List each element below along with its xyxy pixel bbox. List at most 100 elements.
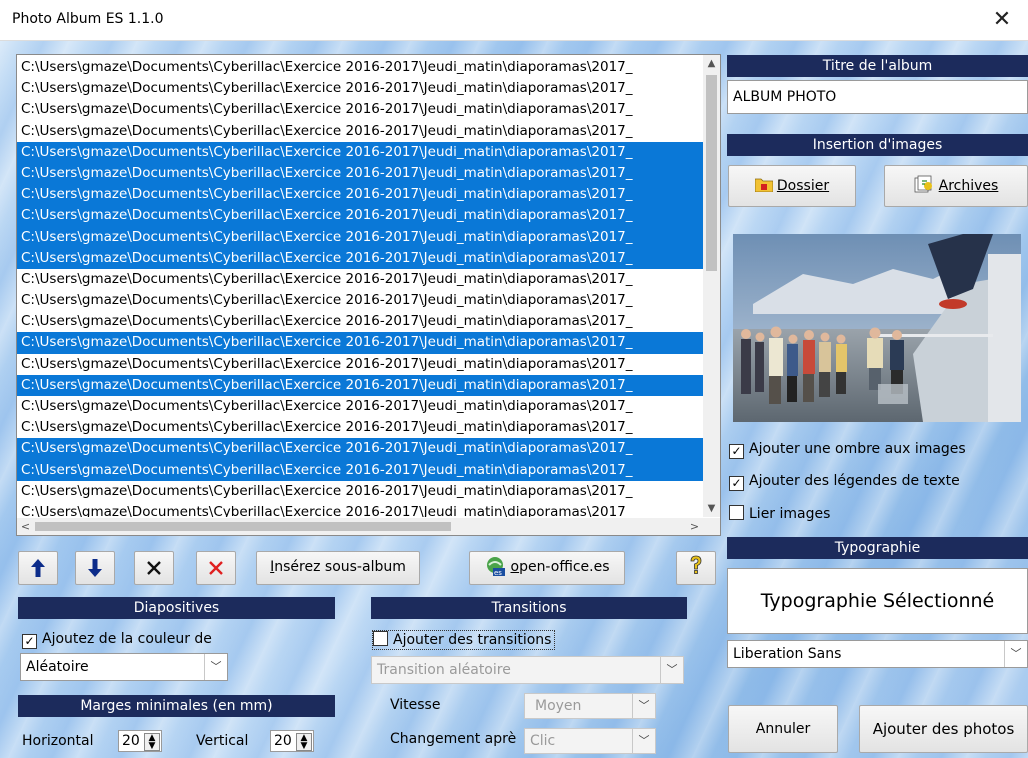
font-value: Liberation Sans [733, 646, 842, 662]
margins-header: Marges minimales (en mm) [18, 695, 335, 717]
vertical-scroll-thumb[interactable] [706, 75, 717, 271]
remove-all-icon [209, 561, 223, 575]
file-list-item[interactable]: C:\Users\gmaze\Documents\Cyberillac\Exer… [17, 290, 703, 311]
vertical-label: Vertical [196, 733, 249, 749]
file-list-item[interactable]: C:\Users\gmaze\Documents\Cyberillac\Exer… [17, 247, 703, 269]
spinner-arrows-icon[interactable]: ▲ ▼ [144, 733, 160, 751]
shadow-label: Ajouter une ombre aux images [749, 441, 966, 457]
arrow-up-icon [31, 559, 45, 577]
diapositives-header: Diapositives [18, 597, 335, 619]
file-list[interactable]: C:\Users\gmaze\Documents\Cyberillac\Exer… [16, 54, 721, 536]
scroll-down-icon[interactable]: ▼ [703, 500, 720, 517]
insert-images-header: Insertion d'images [727, 134, 1028, 156]
file-list-item[interactable]: C:\Users\gmaze\Documents\Cyberillac\Exer… [17, 502, 703, 517]
checkbox-unchecked-icon [373, 631, 388, 646]
album-title-header: Titre de l'album [727, 55, 1028, 77]
chevron-down-icon[interactable]: ﹀ [660, 657, 683, 683]
change-after-value: Clic [530, 733, 556, 749]
help-button[interactable] [676, 551, 716, 585]
slide-color-label: Ajoutez de la couleur de [42, 631, 212, 647]
speed-select[interactable]: Moyen ﹀ [524, 693, 656, 719]
captions-checkbox[interactable]: ✓ Ajouter des légendes de texte [729, 472, 960, 491]
link-images-checkbox[interactable]: Lier images [729, 505, 830, 523]
folder-button[interactable]: Dossier [728, 165, 856, 207]
file-list-item[interactable]: C:\Users\gmaze\Documents\Cyberillac\Exer… [17, 141, 703, 163]
arrow-down-icon [88, 559, 102, 577]
move-down-button[interactable] [75, 551, 115, 585]
file-list-item[interactable]: C:\Users\gmaze\Documents\Cyberillac\Exer… [17, 162, 703, 185]
file-list-item[interactable]: C:\Users\gmaze\Documents\Cyberillac\Exer… [17, 78, 703, 99]
file-list-item[interactable]: C:\Users\gmaze\Documents\Cyberillac\Exer… [17, 311, 703, 332]
horizontal-scrollbar[interactable]: < > [17, 518, 703, 535]
spinner-arrows-icon[interactable]: ▲ ▼ [296, 733, 312, 751]
file-list-item[interactable]: C:\Users\gmaze\Documents\Cyberillac\Exer… [17, 417, 703, 438]
archives-label: Archives [938, 178, 999, 194]
archives-button[interactable]: Archives [884, 165, 1028, 207]
file-list-item[interactable]: C:\Users\gmaze\Documents\Cyberillac\Exer… [17, 332, 703, 354]
file-list-item[interactable]: C:\Users\gmaze\Documents\Cyberillac\Exer… [17, 121, 703, 142]
vertical-spinner[interactable]: 20 ▲ ▼ [270, 730, 314, 752]
album-title-input[interactable]: ALBUM PHOTO [727, 80, 1028, 114]
insert-subalbum-button[interactable]: Insérez sous-album [256, 551, 420, 585]
transitions-label: Ajouter des transitions [393, 632, 552, 648]
chevron-down-icon[interactable]: ﹀ [1004, 641, 1027, 667]
horizontal-scroll-thumb[interactable] [35, 522, 451, 531]
horizontal-spinner[interactable]: 20 ▲ ▼ [118, 730, 162, 752]
file-list-item[interactable]: C:\Users\gmaze\Documents\Cyberillac\Exer… [17, 184, 703, 206]
font-select[interactable]: Liberation Sans ﹀ [727, 640, 1028, 668]
archives-icon [914, 175, 932, 193]
typography-preview-text: Typographie Sélectionné [760, 590, 995, 612]
openoffice-button[interactable]: es open-office.es [469, 551, 625, 585]
remove-selected-button[interactable] [134, 551, 174, 585]
file-list-item[interactable]: C:\Users\gmaze\Documents\Cyberillac\Exer… [17, 459, 703, 481]
add-photos-button[interactable]: Ajouter des photos [859, 705, 1028, 753]
scroll-right-icon[interactable]: > [686, 518, 703, 535]
chevron-down-icon[interactable]: ﹀ [632, 694, 655, 718]
remove-all-button[interactable] [196, 551, 236, 585]
remove-icon [147, 561, 161, 575]
file-list-item[interactable]: C:\Users\gmaze\Documents\Cyberillac\Exer… [17, 374, 703, 396]
cancel-button[interactable]: Annuler [728, 705, 838, 753]
file-list-item[interactable]: C:\Users\gmaze\Documents\Cyberillac\Exer… [17, 205, 703, 227]
add-photos-label: Ajouter des photos [872, 720, 1015, 738]
file-list-item[interactable]: C:\Users\gmaze\Documents\Cyberillac\Exer… [17, 481, 703, 502]
openoffice-mnemonic: o [510, 559, 520, 575]
close-icon[interactable]: ✕ [982, 4, 1022, 36]
file-list-item[interactable]: C:\Users\gmaze\Documents\Cyberillac\Exer… [17, 438, 703, 460]
shadow-checkbox[interactable]: ✓ Ajouter une ombre aux images [729, 440, 966, 459]
slide-color-value: Aléatoire [26, 659, 89, 675]
transitions-checkbox[interactable]: Ajouter des transitions [372, 630, 556, 650]
window-title: Photo Album ES 1.1.0 [12, 11, 164, 27]
folder-label: Dossier [776, 178, 830, 194]
speed-value: Moyen [535, 698, 582, 714]
checkbox-checked-icon: ✓ [729, 476, 744, 491]
file-list-item[interactable]: C:\Users\gmaze\Documents\Cyberillac\Exer… [17, 57, 703, 78]
svg-text:es: es [494, 569, 502, 576]
slide-color-select[interactable]: Aléatoire ﹀ [20, 653, 228, 681]
transition-type-select[interactable]: Transition aléatoire ﹀ [371, 656, 684, 684]
window-titlebar: Photo Album ES 1.1.0 ✕ [0, 0, 1028, 41]
horizontal-label: Horizontal [22, 733, 94, 749]
scroll-corner [703, 518, 720, 535]
typography-preview: Typographie Sélectionné [727, 568, 1028, 634]
file-list-item[interactable]: C:\Users\gmaze\Documents\Cyberillac\Exer… [17, 269, 703, 290]
scroll-left-icon[interactable]: < [17, 518, 34, 535]
checkbox-checked-icon: ✓ [22, 634, 37, 649]
scroll-up-icon[interactable]: ▲ [703, 55, 720, 72]
file-list-item[interactable]: C:\Users\gmaze\Documents\Cyberillac\Exer… [17, 226, 703, 248]
chevron-down-icon[interactable]: ﹀ [632, 729, 655, 753]
help-icon [690, 555, 702, 574]
change-after-select[interactable]: Clic ﹀ [524, 728, 656, 754]
file-list-item[interactable]: C:\Users\gmaze\Documents\Cyberillac\Exer… [17, 99, 703, 120]
folder-icon [754, 178, 774, 193]
file-list-item[interactable]: C:\Users\gmaze\Documents\Cyberillac\Exer… [17, 354, 703, 375]
chevron-down-icon[interactable]: ﹀ [204, 654, 227, 680]
typography-header: Typographie [727, 537, 1028, 559]
preview-photo [733, 234, 1021, 422]
vertical-scrollbar[interactable]: ▲ ▼ [703, 55, 720, 517]
vertical-value: 20 [274, 733, 292, 749]
checkbox-checked-icon: ✓ [729, 444, 744, 459]
move-up-button[interactable] [18, 551, 58, 585]
slide-color-checkbox[interactable]: ✓ Ajoutez de la couleur de [22, 630, 212, 649]
file-list-item[interactable]: C:\Users\gmaze\Documents\Cyberillac\Exer… [17, 396, 703, 417]
